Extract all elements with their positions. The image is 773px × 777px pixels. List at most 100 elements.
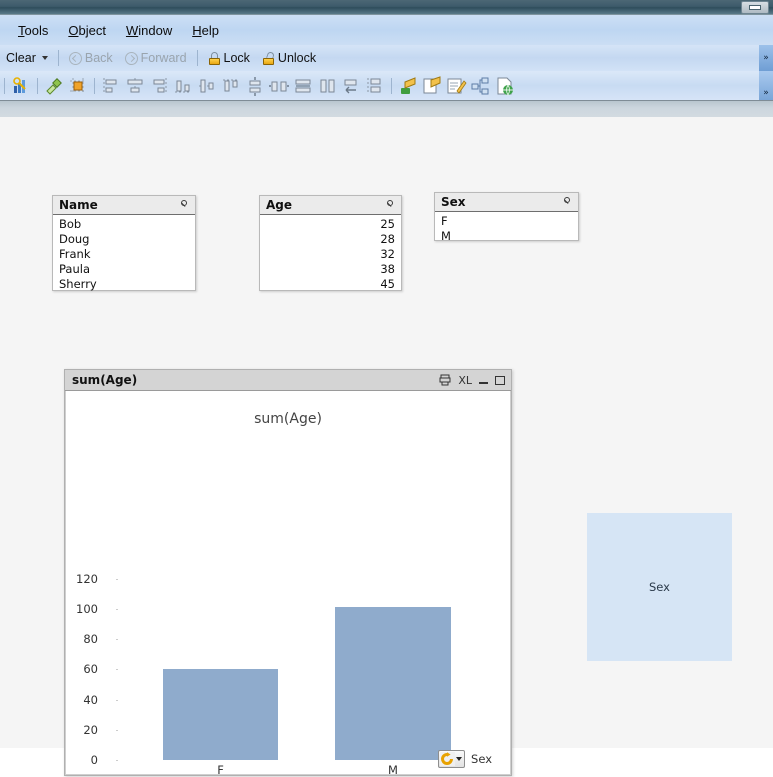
edit-expression-icon[interactable] [445,75,467,97]
chevron-down-icon[interactable] [41,56,48,60]
lock-icon [208,51,221,65]
toolbar-separator [57,50,59,66]
maximize-icon[interactable] [495,375,505,385]
list-item[interactable]: 38 [260,262,401,277]
print-icon[interactable] [439,374,451,386]
publish-web-icon[interactable] [493,75,515,97]
align-bottom-icon[interactable] [172,75,194,97]
align-center-horizontal-icon[interactable] [124,75,146,97]
toolbar-separator [37,77,38,94]
axis-tick-mark [116,730,118,731]
x-axis-label-f: F [217,763,224,777]
forward-button[interactable]: Forward [119,50,193,66]
grid-snap-icon[interactable] [67,75,89,97]
back-button-label: Back [84,51,113,65]
forward-arrow-icon [124,51,138,65]
demote-icon[interactable] [364,75,386,97]
edit-module-icon[interactable] [10,75,32,97]
design-toolbar: » [0,71,773,100]
space-vertical-icon[interactable] [244,75,266,97]
axis-tick-mark [116,700,118,701]
promote-icon[interactable] [340,75,362,97]
list-item[interactable]: Sherry [53,277,195,292]
chart-title: sum(Age) [254,411,322,427]
y-axis-tick: 0 [90,753,98,767]
same-width-icon[interactable] [292,75,314,97]
clear-button[interactable]: Clear [0,50,54,66]
design-toolbar-overflow-button[interactable]: » [759,71,773,100]
axis-tick-mark [116,760,118,761]
listbox-age[interactable]: Age 25 28 32 38 45 [259,195,402,291]
align-top-icon[interactable] [220,75,242,97]
menu-object[interactable]: Object [58,21,116,40]
unlock-button[interactable]: Unlock [256,50,322,66]
back-arrow-icon [68,51,82,65]
listbox-sex-title: Sex [441,195,466,209]
list-item[interactable]: Bob [53,217,195,232]
copy-sheet-object-icon[interactable] [421,75,443,97]
listbox-name-title: Name [59,198,98,212]
list-item[interactable]: 28 [260,232,401,247]
menu-tools[interactable]: Tools [8,21,58,40]
menu-tools-label: ools [24,22,49,38]
menu-window[interactable]: Window [116,21,182,40]
menu-bar: Tools Object Window Help [0,15,773,45]
y-axis-tick: 100 [76,602,98,616]
sheet-canvas: Name Bob Doug Frank Paula Sherry Age 25 … [0,117,773,777]
listbox-sex-rows: F M [435,212,578,244]
search-icon[interactable] [179,199,190,211]
axis-tick-mark [116,669,118,670]
axis-tick-mark [116,609,118,610]
y-axis-tick: 20 [83,723,98,737]
menu-object-label: bject [78,22,106,38]
align-middle-icon[interactable] [196,75,218,97]
unlock-icon [262,50,275,65]
list-item[interactable]: Doug [53,232,195,247]
listbox-name[interactable]: Name Bob Doug Frank Paula Sherry [52,195,196,291]
back-button[interactable]: Back [63,50,119,66]
bar-m[interactable] [335,607,451,760]
export-excel-icon[interactable]: XL [458,375,472,386]
same-height-icon[interactable] [316,75,338,97]
text-object-label: Sex [649,580,670,594]
menu-help[interactable]: Help [182,21,229,40]
text-object-sex[interactable]: Sex [587,513,732,661]
axis-tick-mark [116,579,118,580]
chart-legend-label: Sex [471,752,492,766]
new-sheet-object-icon[interactable] [397,75,419,97]
cyclic-group-button[interactable] [438,750,466,768]
layout-tree-icon[interactable] [469,75,491,97]
restore-button[interactable] [741,1,769,14]
listbox-age-title: Age [266,198,293,212]
forward-button-label: Forward [140,51,187,65]
list-item[interactable]: F [435,214,578,229]
bar-f[interactable] [163,669,278,760]
toolbar-separator [94,77,95,94]
list-item[interactable]: M [435,229,578,244]
toolbar-overflow-button[interactable]: » [759,45,773,71]
chart-plot-area[interactable]: sum(Age) 120 100 80 60 40 20 0 F M Sex [65,391,511,777]
search-icon[interactable] [562,196,573,208]
menu-window-label: indow [138,22,173,38]
list-item[interactable]: Paula [53,262,195,277]
listbox-name-caption: Name [53,196,195,215]
window-title-bar [0,0,773,15]
list-item[interactable]: 25 [260,217,401,232]
chevron-down-icon[interactable] [456,757,463,761]
listbox-name-rows: Bob Doug Frank Paula Sherry [53,215,195,292]
listbox-sex[interactable]: Sex F M [434,192,579,244]
list-item[interactable]: 45 [260,277,401,292]
chart-dimension-legend: Sex [438,750,492,768]
minimize-icon[interactable] [479,381,488,384]
lock-button[interactable]: Lock [202,50,256,66]
search-icon[interactable] [385,199,396,211]
space-horizontal-icon[interactable] [268,75,290,97]
clear-format-icon[interactable] [43,75,65,97]
list-item[interactable]: Frank [53,247,195,262]
align-left-icon[interactable] [100,75,122,97]
toolbar-overflow-label: » [763,53,769,63]
listbox-age-caption: Age [260,196,401,215]
align-right-icon[interactable] [148,75,170,97]
chart-object-sum-age[interactable]: sum(Age) XL sum(Age) 120 100 80 60 40 20… [64,369,512,777]
list-item[interactable]: 32 [260,247,401,262]
